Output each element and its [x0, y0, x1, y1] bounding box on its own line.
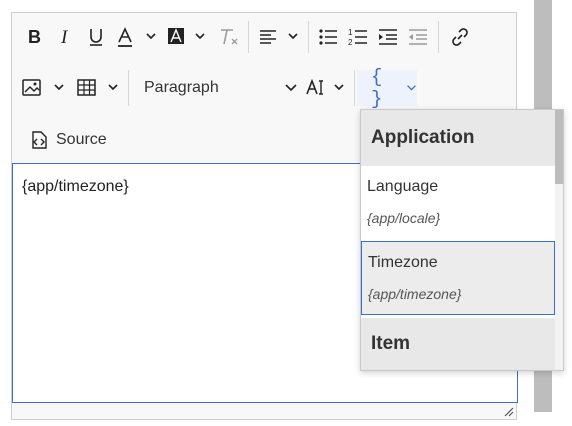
font-size-button[interactable] [304, 72, 350, 104]
bulleted-list-button[interactable] [314, 21, 342, 53]
link-icon [452, 28, 468, 46]
table-icon [77, 79, 118, 96]
chevron-down-icon [407, 85, 416, 91]
italic-icon: I [60, 27, 69, 47]
underline-icon [90, 29, 102, 46]
font-color-icon [118, 27, 156, 47]
font-color-button[interactable] [112, 21, 162, 53]
numbered-list-icon: 12 [348, 28, 367, 47]
menu-item-name: Timezone [368, 254, 438, 271]
source-label: Source [56, 131, 107, 148]
menu-scrollbar-thumb[interactable] [555, 110, 563, 184]
svg-text:I: I [60, 27, 69, 47]
remove-format-button[interactable] [216, 21, 242, 53]
svg-text:1: 1 [348, 28, 353, 37]
remove-format-icon [221, 29, 238, 45]
italic-button[interactable]: I [52, 21, 80, 53]
editor-text: {app/timezone} [22, 178, 129, 195]
menu-item-expression: {app/timezone} [368, 286, 462, 302]
curly-braces-icon: { } [371, 66, 383, 110]
menu-item-name: Language [367, 178, 439, 195]
indent-button[interactable] [374, 21, 402, 53]
numbered-list-button[interactable]: 12 [344, 21, 372, 53]
svg-text:B: B [28, 27, 41, 47]
expression-dropdown-menu: Application Language {app/locale} Timezo… [360, 109, 564, 371]
paragraph-dropdown[interactable]: Paragraph [134, 72, 302, 104]
source-button[interactable]: Source [28, 124, 107, 156]
link-button[interactable] [446, 21, 474, 53]
toolbar-separator [354, 70, 355, 106]
bold-icon: B [28, 27, 41, 47]
background-color-icon [168, 28, 205, 44]
resize-handle-icon[interactable] [502, 405, 514, 417]
toolbar-separator [128, 70, 129, 106]
toolbar-separator [248, 21, 249, 53]
toolbar-separator [308, 21, 309, 53]
bulleted-list-icon [319, 29, 337, 45]
toolbar-separator [438, 21, 439, 53]
paragraph-dropdown-label: Paragraph [144, 79, 219, 96]
menu-item-timezone[interactable]: Timezone {app/timezone} [361, 241, 555, 315]
insert-table-button[interactable] [74, 72, 124, 104]
menu-item-expression: {app/locale} [367, 210, 441, 226]
indent-icon [379, 29, 397, 45]
background-color-button[interactable] [164, 21, 212, 53]
source-code-icon [32, 131, 47, 149]
menu-group-item: Item [361, 318, 555, 370]
image-icon [22, 79, 64, 96]
outdent-button[interactable] [404, 21, 432, 53]
chevron-down-icon [285, 84, 297, 92]
menu-item-language[interactable]: Language {app/locale} [361, 166, 555, 240]
alignment-button[interactable] [256, 21, 302, 53]
bold-button[interactable]: B [20, 21, 50, 53]
menu-scrollbar[interactable] [555, 110, 563, 370]
insert-expression-button[interactable]: { } [357, 66, 417, 110]
insert-image-button[interactable] [20, 72, 70, 104]
font-size-icon [306, 78, 344, 95]
menu-group-application: Application [361, 110, 555, 166]
underline-button[interactable] [82, 21, 110, 53]
svg-text:2: 2 [348, 38, 353, 47]
align-left-icon [260, 30, 298, 44]
outdent-icon [409, 29, 427, 45]
